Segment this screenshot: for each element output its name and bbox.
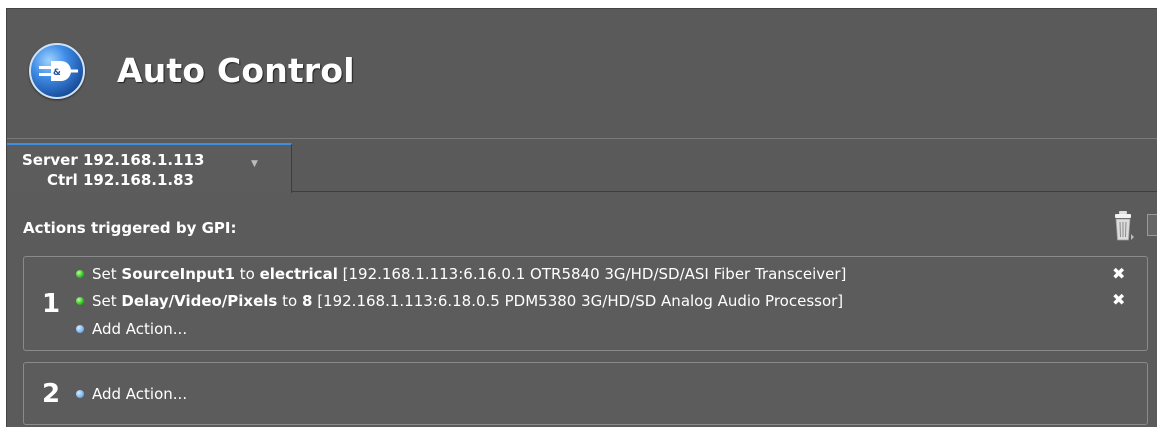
action-group: 1 Set SourceInput1 to electrical [192.16… xyxy=(23,256,1148,351)
add-action-label: Add Action... xyxy=(92,385,188,403)
action-row[interactable]: Set Delay/Video/Pixels to 8 [192.168.1.1… xyxy=(76,291,843,311)
tab-server-label: Server 192.168.1.113 xyxy=(22,151,205,169)
delete-action-icon[interactable]: ✖ xyxy=(1112,290,1125,309)
add-action-row[interactable]: Add Action... xyxy=(76,319,187,339)
action-prefix: Set xyxy=(92,265,117,283)
logo-glyph: & xyxy=(39,61,78,81)
add-action-row[interactable]: Add Action... xyxy=(76,384,187,404)
action-group: 2 Add Action... xyxy=(23,362,1148,425)
status-ok-icon xyxy=(76,270,84,278)
group-number: 1 xyxy=(42,289,61,319)
action-value: electrical xyxy=(259,265,338,283)
action-value: 8 xyxy=(301,292,313,310)
group-number: 2 xyxy=(42,379,61,409)
side-panel-handle[interactable] xyxy=(1147,214,1157,236)
add-action-icon xyxy=(76,390,84,398)
action-detail: [192.168.1.113:6.16.0.1 OTR5840 3G/HD/SD… xyxy=(342,265,847,283)
tab-ctrl-label: Ctrl 192.168.1.83 xyxy=(47,171,194,189)
server-tab-bar: Server 192.168.1.113 Ctrl 192.168.1.83 ▼ xyxy=(7,139,1157,193)
trash-can-icon[interactable] xyxy=(1113,210,1135,242)
action-detail: [192.168.1.113:6.18.0.5 PDM5380 3G/HD/SD… xyxy=(317,292,844,310)
header: & Auto Control xyxy=(7,9,1157,139)
action-param: Delay/Video/Pixels xyxy=(121,292,278,310)
action-to: to xyxy=(282,292,298,310)
add-action-icon xyxy=(76,325,84,333)
app-title: Auto Control xyxy=(117,51,355,90)
delete-action-icon[interactable]: ✖ xyxy=(1112,264,1125,283)
action-prefix: Set xyxy=(92,292,117,310)
tab-server[interactable]: Server 192.168.1.113 Ctrl 192.168.1.83 ▼ xyxy=(7,143,292,193)
auto-control-logo-icon: & xyxy=(29,43,85,99)
action-row[interactable]: Set SourceInput1 to electrical [192.168.… xyxy=(76,264,846,284)
action-to: to xyxy=(239,265,255,283)
auto-control-window: & Auto Control Server 192.168.1.113 Ctrl… xyxy=(6,8,1157,427)
section-title: Actions triggered by GPI: xyxy=(23,219,237,237)
action-param: SourceInput1 xyxy=(121,265,235,283)
chevron-down-icon[interactable]: ▼ xyxy=(251,159,258,169)
svg-text:&: & xyxy=(53,68,61,78)
add-action-label: Add Action... xyxy=(92,320,188,338)
status-ok-icon xyxy=(76,297,84,305)
